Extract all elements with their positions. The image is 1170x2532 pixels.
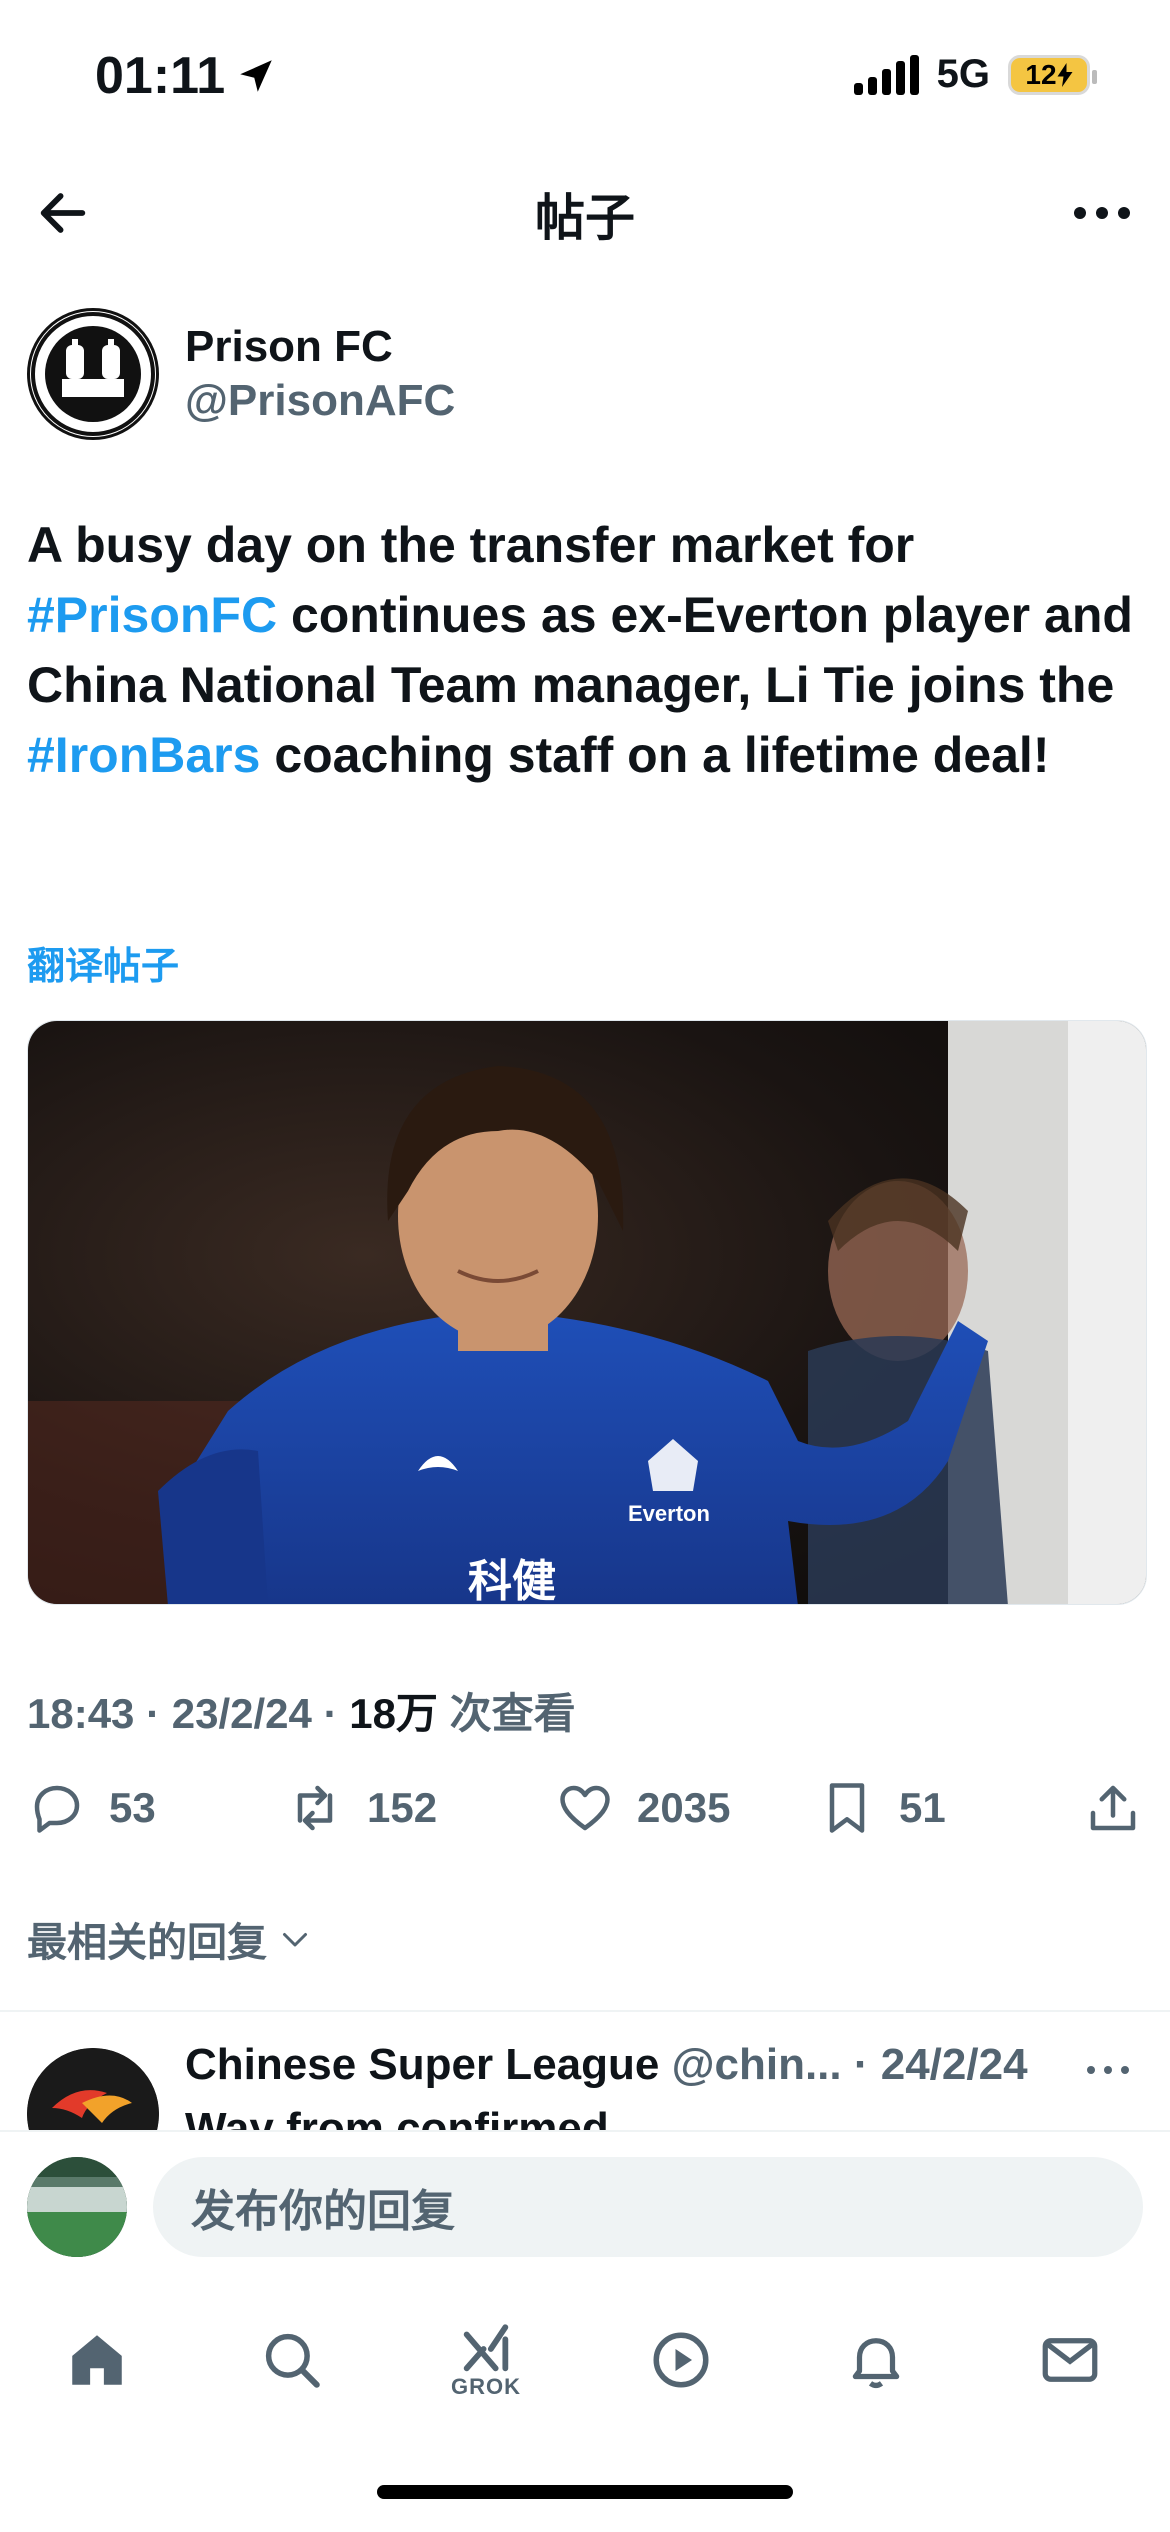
tab-notifications[interactable] bbox=[826, 2310, 926, 2410]
bell-icon bbox=[852, 2338, 900, 2389]
more-horizontal-icon bbox=[1074, 207, 1130, 219]
reply-input[interactable]: 发布你的回复 bbox=[153, 2157, 1143, 2257]
mail-icon bbox=[1042, 2338, 1098, 2382]
share-button[interactable] bbox=[1083, 1778, 1143, 1838]
status-time: 01:11 bbox=[95, 46, 277, 106]
bookmark-icon bbox=[829, 1783, 865, 1833]
search-icon bbox=[265, 2333, 320, 2388]
hashtag-link[interactable]: #PrisonFC bbox=[27, 587, 277, 643]
status-bar: 01:11 5G 12 bbox=[0, 0, 1170, 150]
reply-input-placeholder: 发布你的回复 bbox=[191, 2187, 455, 2236]
bottom-tab-bar: GROK bbox=[0, 2280, 1170, 2440]
tab-messages[interactable] bbox=[1020, 2310, 1120, 2410]
tweet-meta: 18:43 · 23/2/24 · 18万 次查看 bbox=[27, 1690, 576, 1737]
my-avatar[interactable] bbox=[27, 2157, 127, 2257]
shirt-sponsor-text: 科健 bbox=[468, 1556, 556, 1605]
translate-post-link[interactable]: 翻译帖子 bbox=[27, 935, 179, 990]
tweet-actions: 53 152 2035 51 bbox=[27, 1778, 1143, 1848]
tab-grok[interactable]: GROK bbox=[436, 2310, 536, 2410]
more-horizontal-icon bbox=[1087, 2066, 1129, 2074]
grok-icon bbox=[463, 2324, 509, 2372]
comment-icon bbox=[34, 1785, 80, 1833]
tweet-author: Prison FC @PrisonAFC bbox=[27, 308, 1143, 443]
home-icon bbox=[72, 2335, 122, 2385]
tweet-text: A busy day on the transfer market for #P… bbox=[27, 510, 1137, 790]
grok-label: GROK bbox=[451, 2374, 521, 2399]
like-count: 2035 bbox=[637, 1784, 731, 1831]
bookmark-count: 51 bbox=[899, 1784, 946, 1831]
signal-icon bbox=[853, 54, 919, 95]
csl-logo-icon bbox=[27, 2048, 159, 2130]
play-circle-icon bbox=[653, 2332, 709, 2388]
tab-home[interactable] bbox=[47, 2310, 147, 2410]
status-right: 5G 12 bbox=[853, 52, 1097, 97]
battery-icon: 12 bbox=[1008, 54, 1097, 95]
views-count: 18万 bbox=[349, 1690, 438, 1737]
clock-text: 01:11 bbox=[95, 47, 226, 105]
reply-button[interactable]: 53 bbox=[27, 1778, 156, 1838]
home-indicator bbox=[377, 2485, 793, 2499]
stadium-avatar-icon bbox=[27, 2157, 127, 2257]
tweet-time: 18:43 bbox=[27, 1690, 135, 1737]
author-name[interactable]: Prison FC bbox=[185, 322, 393, 372]
hashtag-link[interactable]: #IronBars bbox=[27, 727, 260, 783]
more-options-button[interactable] bbox=[1062, 178, 1142, 248]
shirt-badge-text: Everton bbox=[628, 1501, 710, 1526]
author-handle[interactable]: @PrisonAFC bbox=[185, 376, 455, 426]
heart-icon bbox=[560, 1785, 610, 1831]
reply-count: 53 bbox=[109, 1784, 156, 1831]
reply-compose-bar: 发布你的回复 bbox=[0, 2130, 1170, 2280]
nav-header: 帖子 bbox=[0, 150, 1170, 270]
network-type: 5G bbox=[936, 52, 990, 96]
bookmark-button[interactable]: 51 bbox=[817, 1778, 946, 1838]
reply-text: Way from confirmed bbox=[185, 2104, 609, 2130]
reply-author-handle[interactable]: @chin... bbox=[672, 2040, 842, 2089]
reply-item[interactable]: Chinese Super League @chin... · 24/2/24 … bbox=[27, 2040, 1143, 2130]
reply-author-name[interactable]: Chinese Super League bbox=[185, 2040, 659, 2089]
reply-more-button[interactable] bbox=[1073, 2050, 1143, 2090]
share-icon bbox=[1090, 1785, 1136, 1831]
battery-level: 12 bbox=[1025, 58, 1057, 90]
location-arrow-icon bbox=[240, 60, 272, 92]
reply-author-avatar[interactable] bbox=[27, 2048, 159, 2130]
tweet-media-image[interactable]: Everton 科健 bbox=[27, 1020, 1147, 1605]
page-title: 帖子 bbox=[535, 190, 635, 246]
repost-icon bbox=[297, 1785, 333, 1831]
replies-sort-dropdown[interactable]: 最相关的回复 bbox=[27, 1910, 313, 1968]
tweet-text-segment: coaching staff on a lifetime deal! bbox=[260, 727, 1050, 783]
reply-date: · 24/2/24 bbox=[853, 2040, 1028, 2089]
reply-header: Chinese Super League @chin... · 24/2/24 bbox=[185, 2040, 1028, 2090]
repost-button[interactable]: 152 bbox=[285, 1778, 437, 1838]
tweet-date: 23/2/24 bbox=[171, 1690, 312, 1737]
tab-search[interactable] bbox=[242, 2310, 342, 2410]
charging-bolt-icon bbox=[1057, 62, 1073, 87]
tab-video[interactable] bbox=[631, 2310, 731, 2410]
author-avatar[interactable] bbox=[27, 308, 159, 440]
divider bbox=[0, 2010, 1170, 2012]
replies-sort-label: 最相关的回复 bbox=[27, 1921, 267, 1965]
like-button[interactable]: 2035 bbox=[555, 1778, 730, 1838]
views-label: 次查看 bbox=[449, 1690, 576, 1737]
repost-count: 152 bbox=[367, 1784, 438, 1831]
prison-fc-crest-icon bbox=[31, 312, 155, 436]
chevron-down-icon bbox=[283, 1933, 307, 1947]
player-photo: Everton 科健 bbox=[28, 1021, 1146, 1605]
tweet-text-segment: A busy day on the transfer market for bbox=[27, 517, 915, 573]
